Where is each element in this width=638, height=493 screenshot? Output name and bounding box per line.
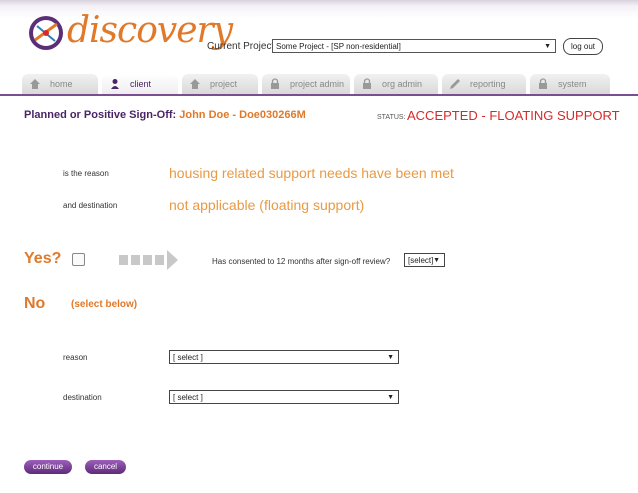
- reason-select[interactable]: [ select ] ▼: [169, 350, 399, 364]
- yes-checkbox[interactable]: [72, 253, 85, 266]
- logo-icon: [29, 16, 63, 50]
- continue-button[interactable]: continue: [24, 460, 72, 474]
- nav-tabs: home client project project admin org ad…: [22, 74, 638, 94]
- tab-system[interactable]: system: [530, 74, 610, 94]
- tab-home[interactable]: home: [22, 74, 98, 94]
- person-icon: [111, 79, 119, 89]
- no-label: No: [24, 295, 46, 312]
- tab-project[interactable]: project: [182, 74, 258, 94]
- cancel-button[interactable]: cancel: [85, 460, 126, 474]
- chevron-down-icon: ▼: [433, 257, 440, 264]
- lock-icon: [363, 78, 371, 89]
- logout-button[interactable]: log out: [563, 38, 603, 55]
- house-icon: [190, 79, 200, 89]
- chevron-down-icon: ▼: [544, 43, 551, 50]
- chevron-down-icon: ▼: [387, 394, 394, 401]
- client-name: John Doe - Doe030266M: [179, 109, 306, 121]
- project-select[interactable]: Some Project - [SP non-residential] ▼: [272, 39, 556, 53]
- reason-summary-label: is the reason: [63, 169, 109, 178]
- consent-select-value: [select]: [408, 256, 434, 265]
- no-hint: (select below): [71, 299, 138, 310]
- page-title-text: Planned or Positive Sign-Off:: [24, 109, 177, 121]
- tab-client[interactable]: client: [102, 74, 178, 94]
- destination-select-value: [ select ]: [173, 393, 203, 402]
- current-project-label: Current Project: [207, 41, 275, 52]
- status-label: STATUS:: [377, 114, 406, 121]
- home-icon: [30, 79, 40, 89]
- yes-label: Yes?: [24, 250, 62, 267]
- destination-summary-label: and destination: [63, 201, 118, 210]
- lock-icon: [539, 78, 547, 89]
- reason-field-label: reason: [63, 353, 88, 362]
- destination-summary-value: not applicable (floating support): [169, 197, 365, 213]
- reason-select-value: [ select ]: [173, 353, 203, 362]
- tab-project-admin[interactable]: project admin: [262, 74, 350, 94]
- tab-org-admin[interactable]: org admin: [354, 74, 438, 94]
- page-title: Planned or Positive Sign-Off: John Doe -…: [24, 109, 306, 121]
- consent-select[interactable]: [select] ▼: [404, 253, 445, 267]
- arrow-right-icon: [119, 250, 178, 270]
- destination-select[interactable]: [ select ] ▼: [169, 390, 399, 404]
- chevron-down-icon: ▼: [387, 354, 394, 361]
- status-value: ACCEPTED - FLOATING SUPPORT: [407, 108, 620, 123]
- destination-field-label: destination: [63, 393, 102, 402]
- lock-icon: [271, 78, 279, 89]
- pen-icon: [450, 79, 460, 89]
- tab-reporting[interactable]: reporting: [442, 74, 526, 94]
- consent-label: Has consented to 12 months after sign-of…: [212, 257, 391, 266]
- project-select-value: Some Project - [SP non-residential]: [276, 42, 401, 51]
- reason-summary-value: housing related support needs have been …: [169, 165, 454, 181]
- nav-divider: [0, 94, 638, 96]
